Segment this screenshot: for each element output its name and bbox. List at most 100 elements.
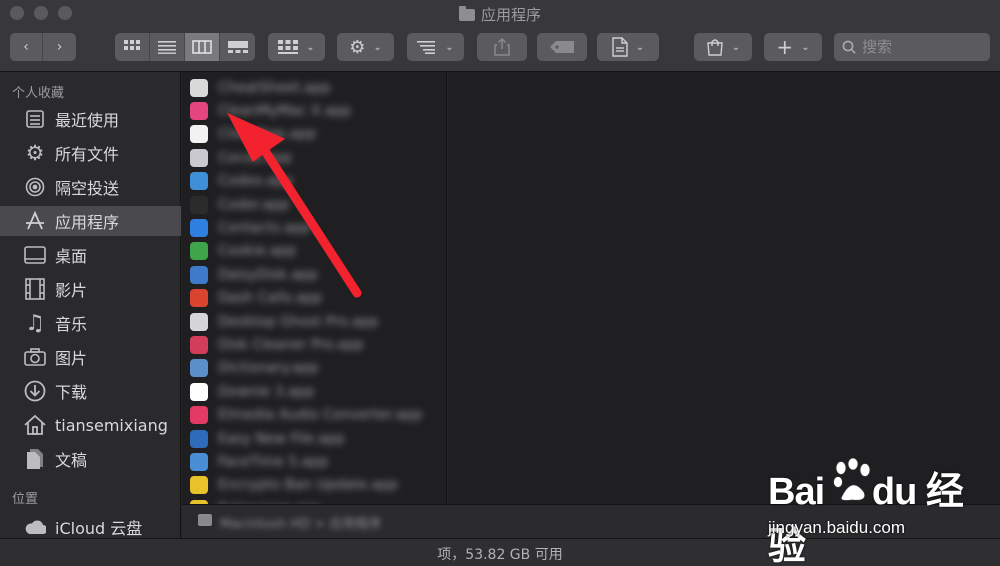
file-row[interactable]: CloudApp.app <box>182 123 446 146</box>
file-row[interactable]: DaisyDisk.app <box>182 263 446 286</box>
folder-icon <box>458 6 475 21</box>
chevron-down-icon: ⌄ <box>445 41 454 53</box>
sidebar-item-pictures[interactable]: 图片 <box>0 342 181 372</box>
file-name: Codeo.app <box>218 173 293 190</box>
file-name: DaisyDisk.app <box>218 266 318 283</box>
toolbar: 应用程序 ‹ › ⌄ ⚙ ⌄ ⌄ ⌄ ⌄ + ⌄ 搜索 <box>0 0 1000 72</box>
file-row[interactable]: Dictionary.app <box>182 357 446 380</box>
file-name: Contacts.app <box>218 220 311 237</box>
sidebar-item-label: 下载 <box>55 383 88 402</box>
file-row[interactable]: Codeo.app <box>182 170 446 193</box>
app-icon <box>190 476 208 495</box>
tags-button[interactable] <box>537 33 587 61</box>
app-icon <box>190 429 208 448</box>
sidebar-item-home[interactable]: tiansemixiang <box>0 410 181 440</box>
file-row[interactable]: Easy New File.app <box>182 427 446 450</box>
applications-icon <box>24 210 46 232</box>
new-document-button[interactable]: ⌄ <box>597 33 659 61</box>
film-icon <box>24 278 46 300</box>
file-column[interactable]: CheatSheet.app CleanMyMac X.app CloudApp.a… <box>182 72 447 504</box>
search-input[interactable] <box>862 38 972 56</box>
file-row[interactable]: Entourage.app <box>182 497 446 504</box>
app-icon <box>190 406 208 425</box>
gallery-view-button[interactable] <box>220 33 255 61</box>
file-row[interactable]: Dash Calls.app <box>182 287 446 310</box>
sidebar-item-music[interactable]: ♫ 音乐 <box>0 308 181 338</box>
file-row[interactable]: Downie 3.app <box>182 380 446 403</box>
file-row[interactable]: Coder.app <box>182 193 446 216</box>
finder-window: 应用程序 ‹ › ⌄ ⚙ ⌄ ⌄ ⌄ ⌄ + ⌄ 搜索 个人收藏 最近使用 ⚙ … <box>0 0 1000 566</box>
arrange-icon <box>417 41 436 54</box>
file-name: CheatSheet.app <box>218 79 331 96</box>
file-row[interactable]: FaceTime 5.app <box>182 450 446 473</box>
file-row[interactable]: CheatSheet.app <box>182 76 446 99</box>
list-view-button[interactable] <box>150 33 185 61</box>
arrange-button[interactable]: ⌄ <box>407 33 464 61</box>
plus-icon: + <box>776 35 794 59</box>
sidebar-item-documents[interactable]: 文稿 <box>0 444 181 474</box>
add-button[interactable]: + ⌄ <box>764 33 822 61</box>
baidu-logo-text: Bai du 经验 <box>768 471 964 566</box>
group-by-button[interactable]: ⌄ <box>268 33 325 61</box>
app-icon <box>190 312 208 331</box>
store-button[interactable]: ⌄ <box>694 33 752 61</box>
document-icon <box>612 37 628 57</box>
search-icon <box>842 40 856 54</box>
sidebar-item-label: 应用程序 <box>55 213 120 232</box>
music-icon: ♫ <box>25 310 45 336</box>
navigation-group: ‹ › <box>10 33 76 61</box>
app-icon <box>190 453 208 472</box>
sidebar-item-recents[interactable]: 最近使用 <box>0 104 181 134</box>
recents-icon <box>24 108 46 130</box>
app-icon <box>190 359 208 378</box>
forward-button[interactable]: › <box>43 33 76 61</box>
sidebar-item-label: 文稿 <box>55 451 88 470</box>
column-view-icon <box>192 40 212 54</box>
file-row[interactable]: Cocoa.app <box>182 146 446 169</box>
back-button[interactable]: ‹ <box>10 33 43 61</box>
file-row[interactable]: Encrypto Ban Update.app <box>182 474 446 497</box>
sidebar-item-label: 影片 <box>55 281 88 300</box>
tag-icon <box>550 41 574 53</box>
file-row[interactable]: Contacts.app <box>182 216 446 239</box>
sidebar-item-all-files[interactable]: ⚙ 所有文件 <box>0 138 181 168</box>
group-by-icon <box>278 40 299 54</box>
app-icon <box>190 102 208 121</box>
chevron-left-icon: ‹ <box>23 39 29 55</box>
file-row[interactable]: CleanMyMac X.app <box>182 99 446 122</box>
file-name: CloudApp.app <box>218 126 317 143</box>
gear-icon: ⚙ <box>25 141 45 165</box>
store-icon <box>707 39 723 56</box>
file-row[interactable]: Disk Cleaner Pro.app <box>182 333 446 356</box>
file-name: Downie 3.app <box>218 383 315 400</box>
app-icon <box>190 125 208 144</box>
chevron-down-icon: ⌄ <box>373 41 382 53</box>
sidebar-item-label: tiansemixiang <box>55 415 168 435</box>
file-row[interactable]: Desktop Ghost Pro.app <box>182 310 446 333</box>
icon-view-button[interactable] <box>115 33 150 61</box>
cloud-icon <box>24 516 46 538</box>
sidebar-item-airdrop[interactable]: 隔空投送 <box>0 172 181 202</box>
file-row[interactable]: Elmedia Audio Converter.app <box>182 404 446 427</box>
file-row[interactable]: Cookie.app <box>182 240 446 263</box>
file-name: Encrypto Ban Update.app <box>218 477 398 494</box>
action-menu-button[interactable]: ⚙ ⌄ <box>337 33 394 61</box>
app-icon <box>190 336 208 355</box>
desktop-icon <box>24 244 46 266</box>
sidebar-item-label: 图片 <box>55 349 88 368</box>
sidebar-item-movies[interactable]: 影片 <box>0 274 181 304</box>
preview-column[interactable] <box>448 72 1000 504</box>
file-name: Disk Cleaner Pro.app <box>218 337 364 354</box>
column-view-button[interactable] <box>185 33 220 61</box>
favorites-section-title: 个人收藏 <box>12 86 65 101</box>
sidebar-item-desktop[interactable]: 桌面 <box>0 240 181 270</box>
app-icon <box>190 195 208 214</box>
file-name: Desktop Ghost Pro.app <box>218 313 379 330</box>
app-icon <box>190 242 208 261</box>
search-field[interactable] <box>834 33 990 61</box>
share-icon <box>494 38 510 56</box>
documents-icon <box>24 448 46 470</box>
share-button[interactable] <box>477 33 527 61</box>
sidebar-item-downloads[interactable]: 下载 <box>0 376 181 406</box>
sidebar-item-applications[interactable]: 应用程序 <box>0 206 181 236</box>
